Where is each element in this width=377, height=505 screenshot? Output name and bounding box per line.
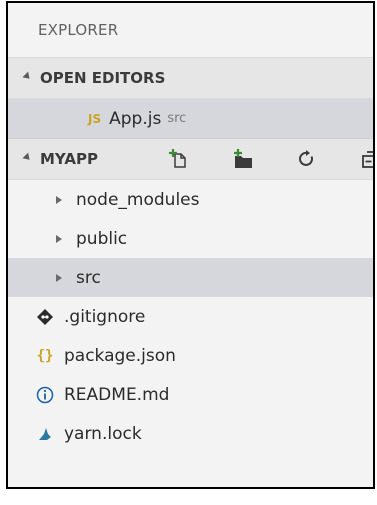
yarn-icon [34,425,56,443]
folder-src[interactable]: src [8,258,373,297]
explorer-title: EXPLORER [38,21,119,39]
folder-node-modules[interactable]: node_modules [8,180,373,219]
info-icon [34,386,56,404]
chevron-down-icon [22,71,33,82]
folder-label: node_modules [76,189,200,210]
open-editors-header[interactable]: OPEN EDITORS [8,57,373,99]
open-editor-filename: App.js [109,108,162,129]
folder-public[interactable]: public [8,219,373,258]
folder-label: public [76,228,128,249]
open-editor-item[interactable]: JS App.js src [8,99,373,138]
file-label: README.md [64,384,170,405]
file-yarn-lock[interactable]: yarn.lock [8,414,373,453]
open-editor-dirname: src [167,111,187,126]
git-icon [34,308,56,326]
collapse-all-icon[interactable] [360,148,373,170]
file-label: package.json [64,345,176,366]
refresh-icon[interactable] [296,148,318,170]
open-editors-label: OPEN EDITORS [40,69,166,87]
project-actions [168,139,373,179]
file-label: yarn.lock [64,423,142,444]
chevron-right-icon [56,195,62,204]
chevron-right-icon [56,273,62,282]
file-label: .gitignore [64,306,146,327]
project-label: MYAPP [40,150,98,168]
file-package-json[interactable]: {} package.json [8,336,373,375]
json-icon: {} [36,347,54,364]
chevron-right-icon [56,234,62,243]
new-folder-icon[interactable] [232,148,254,170]
new-file-icon[interactable] [168,148,190,170]
file-gitignore[interactable]: .gitignore [8,297,373,336]
chevron-down-icon [22,152,33,163]
folder-label: src [76,267,101,288]
explorer-panel: EXPLORER OPEN EDITORS JS App.js src MYAP… [6,1,375,489]
js-file-icon: JS [88,111,102,126]
project-header[interactable]: MYAPP [8,138,373,180]
file-readme[interactable]: README.md [8,375,373,414]
